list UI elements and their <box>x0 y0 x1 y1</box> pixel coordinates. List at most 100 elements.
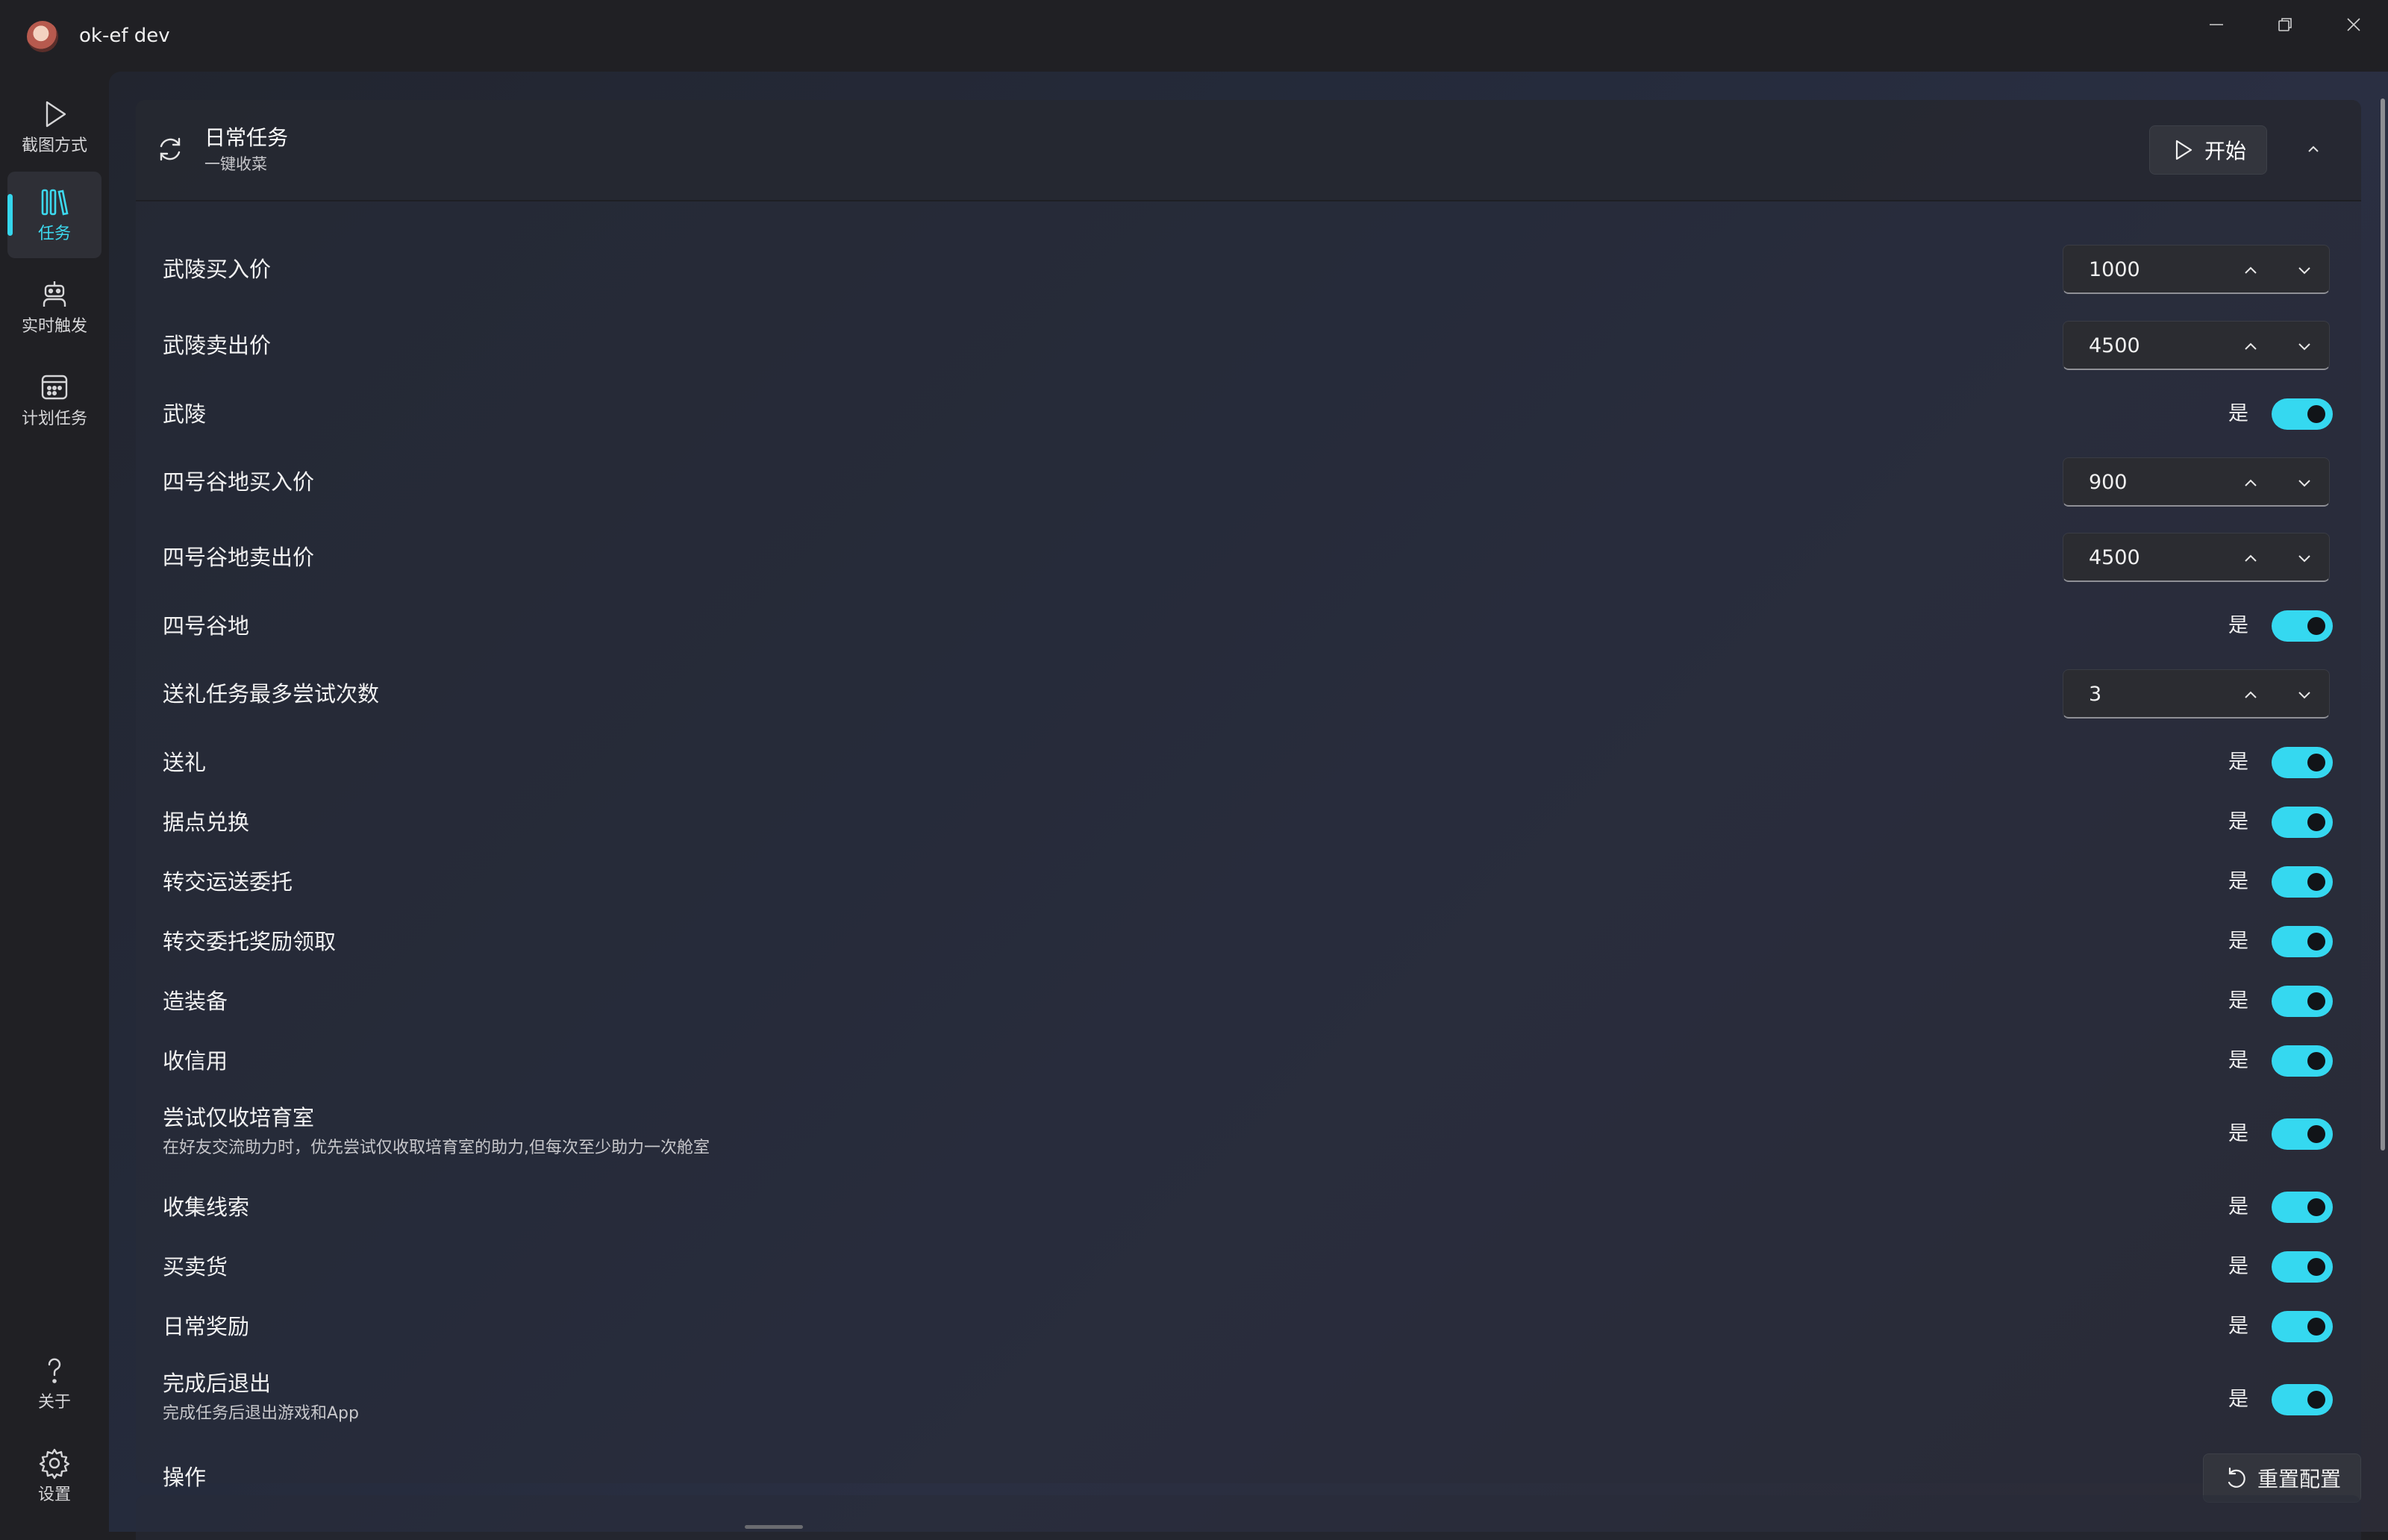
task-title: 日常任务 <box>204 125 289 150</box>
actions-label: 操作 <box>163 1465 207 1490</box>
decrement-button[interactable] <box>2287 679 2322 710</box>
increment-button[interactable] <box>2234 542 2268 574</box>
setting-label: 四号谷地买入价 <box>163 469 315 495</box>
toggle-switch[interactable] <box>2272 1118 2333 1150</box>
nav-item-about[interactable]: 关于 <box>7 1340 101 1427</box>
start-button[interactable]: 开始 <box>2149 125 2267 175</box>
undo-icon <box>2228 1467 2245 1488</box>
nav-item-scheduled-tasks[interactable]: 计划任务 <box>7 357 101 443</box>
task-card: 日常任务 一键收菜 开始 武陵买入价 1000 武陵卖出价 4500 武陵是四号谷地买入… <box>136 100 2361 1503</box>
nav-item-settings[interactable]: 设置 <box>7 1433 101 1519</box>
window-title: ok-ef dev <box>79 25 170 47</box>
nav-label: 计划任务 <box>21 410 87 428</box>
toggle-knob <box>2307 992 2325 1010</box>
number-spinbox[interactable]: 900 <box>2063 457 2330 507</box>
toggle-switch[interactable] <box>2272 1192 2333 1223</box>
toggle-knob <box>2307 1258 2325 1276</box>
toggle-switch[interactable] <box>2272 747 2333 778</box>
toggle-switch[interactable] <box>2272 1251 2333 1283</box>
toggle-switch[interactable] <box>2272 610 2333 642</box>
toggle-switch[interactable] <box>2272 866 2333 898</box>
increment-button[interactable] <box>2234 679 2268 710</box>
setting-label: 收信用 <box>163 1048 228 1074</box>
restore-button[interactable] <box>2251 0 2319 49</box>
close-button[interactable] <box>2319 0 2388 49</box>
app-logo <box>27 21 58 52</box>
decrement-button[interactable] <box>2287 331 2322 362</box>
toggle-switch[interactable] <box>2272 807 2333 838</box>
setting-description: 在好友交流助力时，优先尝试仅收取培育室的助力,但每次至少助力一次舱室 <box>163 1139 710 1157</box>
nav-label: 设置 <box>37 1486 71 1504</box>
horizontal-scrollbar[interactable] <box>745 1525 803 1529</box>
restore-icon <box>2278 18 2292 31</box>
number-spinbox[interactable]: 4500 <box>2063 321 2330 370</box>
toggle-knob <box>2307 873 2325 891</box>
setting-label: 造装备 <box>163 989 228 1014</box>
setting-label: 送礼 <box>163 750 207 775</box>
toggle-switch[interactable] <box>2272 1311 2333 1342</box>
decrement-button[interactable] <box>2287 467 2322 498</box>
toggle-switch[interactable] <box>2272 398 2333 430</box>
minimize-icon <box>2210 24 2223 25</box>
play-icon <box>46 101 66 128</box>
toggle-state-label: 是 <box>2228 930 2248 953</box>
spinbox-value[interactable]: 4500 <box>2089 545 2140 572</box>
nav-item-capture-method[interactable]: 截图方式 <box>7 84 101 170</box>
nav-item-realtime-trigger[interactable]: 实时触发 <box>7 264 101 351</box>
chevron-down-icon <box>2298 692 2310 699</box>
toggle-state-label: 是 <box>2228 614 2248 637</box>
nav-label: 任务 <box>37 225 71 243</box>
setting-label: 尝试仅收培育室 <box>163 1105 315 1130</box>
setting-label: 转交委托奖励领取 <box>163 929 337 954</box>
sync-icon <box>160 137 181 161</box>
decrement-button[interactable] <box>2287 542 2322 574</box>
number-spinbox[interactable]: 4500 <box>2063 533 2330 582</box>
setting-label: 买卖货 <box>163 1254 228 1280</box>
setting-label: 四号谷地卖出价 <box>163 545 315 570</box>
chevron-up-icon <box>2245 691 2257 698</box>
toggle-switch[interactable] <box>2272 926 2333 957</box>
chevron-down-icon <box>2298 555 2310 563</box>
setting-label: 武陵 <box>163 401 207 427</box>
spinbox-value[interactable]: 4500 <box>2089 333 2140 360</box>
spinbox-value[interactable]: 1000 <box>2089 257 2140 284</box>
chevron-down-icon <box>2298 480 2310 487</box>
nav-label: 截图方式 <box>21 137 87 155</box>
toggle-state-label: 是 <box>2228 402 2248 425</box>
nav-label: 关于 <box>37 1393 71 1412</box>
setting-label: 完成后退出 <box>163 1371 272 1396</box>
increment-button[interactable] <box>2234 467 2268 498</box>
spinbox-value[interactable]: 900 <box>2089 469 2128 496</box>
minimize-button[interactable] <box>2182 0 2251 49</box>
spinbox-value[interactable]: 3 <box>2089 681 2101 708</box>
toggle-knob <box>2307 617 2325 635</box>
toggle-state-label: 是 <box>2228 1255 2248 1278</box>
toggle-knob <box>2307 1198 2325 1216</box>
toggle-state-label: 是 <box>2228 1049 2248 1072</box>
gear-icon <box>39 1448 70 1480</box>
toggle-switch[interactable] <box>2272 986 2333 1017</box>
toggle-knob <box>2307 933 2325 951</box>
setting-label: 据点兑换 <box>163 810 250 835</box>
vertical-scrollbar[interactable] <box>2381 98 2385 1151</box>
increment-button[interactable] <box>2234 254 2268 286</box>
toggle-switch[interactable] <box>2272 1384 2333 1415</box>
chevron-up-icon <box>2245 479 2257 486</box>
chevron-up-icon <box>2245 266 2257 274</box>
number-spinbox[interactable]: 3 <box>2063 669 2330 719</box>
chevron-up-icon <box>2245 554 2257 562</box>
increment-button[interactable] <box>2234 331 2268 362</box>
toggle-state-label: 是 <box>2228 870 2248 893</box>
toggle-knob <box>2307 754 2325 771</box>
question-icon <box>48 1358 61 1383</box>
toggle-switch[interactable] <box>2272 1045 2333 1077</box>
decrement-button[interactable] <box>2287 254 2322 286</box>
task-card-header[interactable]: 日常任务 一键收菜 开始 <box>136 100 2361 201</box>
collapse-button[interactable] <box>2297 133 2330 166</box>
toggle-knob <box>2307 1391 2325 1409</box>
main-panel: 日常任务 一键收菜 开始 武陵买入价 1000 武陵卖出价 4500 武陵是四号谷地买入… <box>109 72 2388 1540</box>
task-subtitle: 一键收菜 <box>204 155 267 173</box>
nav-item-tasks[interactable]: 任务 <box>7 172 101 258</box>
side-navigation: 截图方式 任务 实时触发 计划任务 关于 设置 <box>0 72 109 1532</box>
number-spinbox[interactable]: 1000 <box>2063 245 2330 294</box>
